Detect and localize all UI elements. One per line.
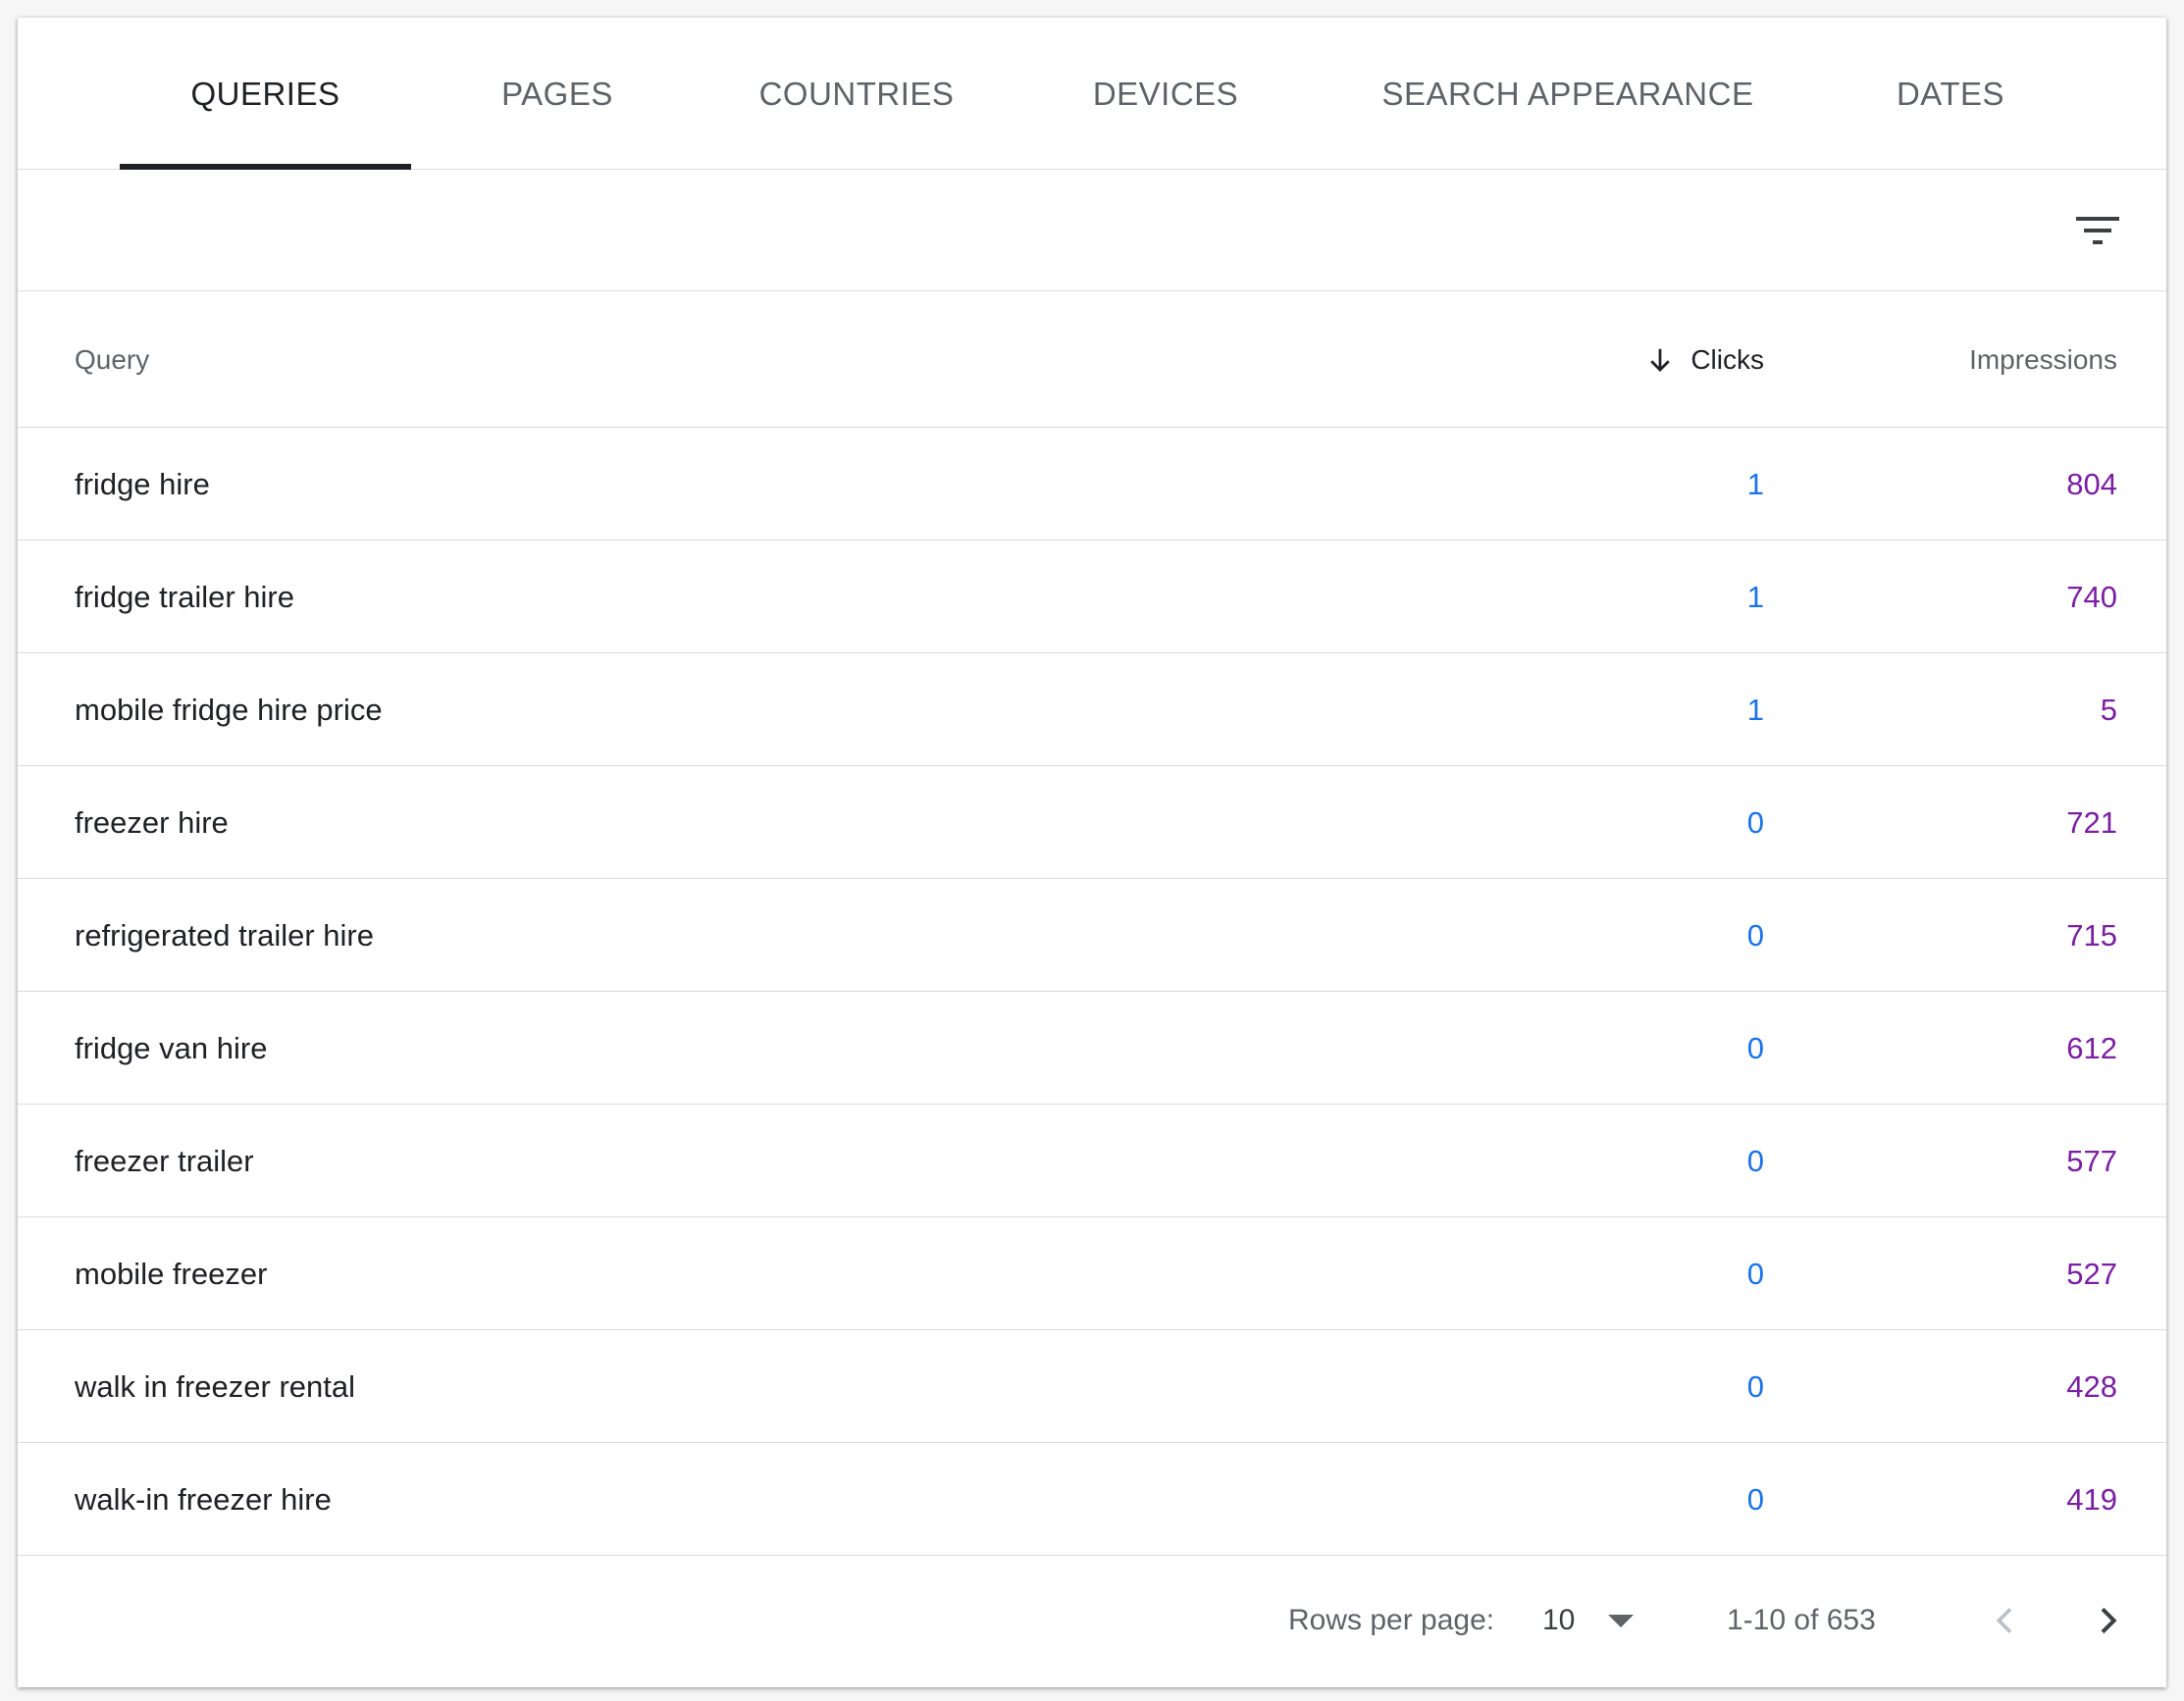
rows-per-page-label: Rows per page:: [1288, 1604, 1495, 1636]
impressions-cell: 721: [2066, 804, 2117, 840]
previous-page-button[interactable]: [1978, 1593, 2033, 1648]
tab-label: COUNTRIES: [758, 75, 955, 112]
impressions-cell: 419: [2066, 1481, 2117, 1517]
next-page-button[interactable]: [2080, 1593, 2135, 1648]
impressions-cell: 715: [2066, 917, 2117, 953]
clicks-cell: 1: [1746, 579, 1764, 614]
tab-label: DEVICES: [1092, 75, 1239, 112]
arrow-down-icon: [1650, 348, 1671, 372]
tab-label: PAGES: [501, 75, 613, 112]
impressions-cell: 428: [2066, 1368, 2117, 1404]
table-row[interactable]: fridge hire 1 804: [18, 428, 2166, 541]
query-cell: mobile freezer: [75, 1256, 268, 1291]
table-row[interactable]: walk-in freezer hire 0 419: [18, 1443, 2166, 1556]
tab-label: QUERIES: [190, 75, 340, 112]
tab-countries[interactable]: COUNTRIES: [734, 18, 979, 170]
table-row[interactable]: freezer hire 0 721: [18, 766, 2166, 879]
column-header-label: Impressions: [1969, 343, 2117, 375]
impressions-cell: 612: [2066, 1030, 2117, 1065]
clicks-cell: 0: [1746, 1256, 1764, 1291]
table-row[interactable]: freezer trailer 0 577: [18, 1105, 2166, 1217]
query-cell: refrigerated trailer hire: [75, 917, 374, 953]
performance-table-card: QUERIES PAGES COUNTRIES DEVICES SEARCH A…: [18, 18, 2166, 1687]
query-cell: mobile fridge hire price: [75, 692, 383, 727]
pagination-bar: Rows per page: 10 1-10 of 653: [18, 1554, 2166, 1687]
table-toolbar: [18, 170, 2166, 291]
column-header-impressions[interactable]: Impressions: [1969, 291, 2117, 428]
table-row[interactable]: mobile freezer 0 527: [18, 1217, 2166, 1330]
table-row[interactable]: mobile fridge hire price 1 5: [18, 653, 2166, 766]
clicks-cell: 0: [1746, 1481, 1764, 1517]
impressions-cell: 804: [2066, 466, 2117, 501]
table-row[interactable]: refrigerated trailer hire 0 715: [18, 879, 2166, 992]
clicks-cell: 1: [1746, 466, 1764, 501]
tab-label: SEARCH APPEARANCE: [1381, 75, 1754, 112]
query-cell: fridge van hire: [75, 1030, 268, 1065]
impressions-cell: 527: [2066, 1256, 2117, 1291]
column-header-clicks[interactable]: Clicks: [1645, 291, 1764, 428]
chevron-left-icon: [1996, 1608, 2012, 1633]
table-row[interactable]: walk in freezer rental 0 428: [18, 1330, 2166, 1443]
query-cell: freezer hire: [75, 804, 229, 840]
column-header-label: Clicks: [1690, 343, 1764, 375]
filter-list-icon: [2076, 217, 2119, 244]
query-cell: freezer trailer: [75, 1143, 254, 1178]
query-cell: fridge trailer hire: [75, 579, 294, 614]
query-cell: walk-in freezer hire: [75, 1481, 332, 1517]
tab-pages[interactable]: PAGES: [469, 18, 646, 170]
impressions-cell: 740: [2066, 579, 2117, 614]
table-row[interactable]: fridge trailer hire 1 740: [18, 541, 2166, 653]
tab-devices[interactable]: DEVICES: [1058, 18, 1274, 170]
filter-button[interactable]: [2068, 201, 2127, 260]
table-header: Query Clicks Impressions: [18, 291, 2166, 428]
tab-queries[interactable]: QUERIES: [120, 18, 411, 170]
tab-dates[interactable]: DATES: [1862, 18, 2039, 170]
dropdown-arrow-icon: [1608, 1615, 1635, 1627]
column-header-query[interactable]: Query: [75, 291, 149, 428]
rows-per-page-select[interactable]: 10: [1542, 1554, 1636, 1687]
impressions-cell: 577: [2066, 1143, 2117, 1178]
tab-search-appearance[interactable]: SEARCH APPEARANCE: [1362, 18, 1774, 170]
clicks-cell: 0: [1746, 1143, 1764, 1178]
query-cell: fridge hire: [75, 466, 210, 501]
impressions-cell: 5: [2100, 692, 2117, 727]
tab-bar: QUERIES PAGES COUNTRIES DEVICES SEARCH A…: [18, 18, 2166, 170]
clicks-cell: 0: [1746, 1030, 1764, 1065]
clicks-cell: 1: [1746, 692, 1764, 727]
table-body: fridge hire 1 804 fridge trailer hire 1 …: [18, 428, 2166, 1556]
clicks-cell: 0: [1746, 917, 1764, 953]
query-cell: walk in freezer rental: [75, 1368, 356, 1404]
page-range-text: 1-10 of 653: [1727, 1604, 1876, 1636]
rows-per-page-value: 10: [1542, 1604, 1576, 1636]
table-row[interactable]: fridge van hire 0 612: [18, 992, 2166, 1105]
chevron-right-icon: [2101, 1607, 2117, 1634]
clicks-cell: 0: [1746, 1368, 1764, 1404]
clicks-cell: 0: [1746, 804, 1764, 840]
column-header-label: Query: [75, 343, 150, 375]
tab-label: DATES: [1896, 75, 2005, 112]
